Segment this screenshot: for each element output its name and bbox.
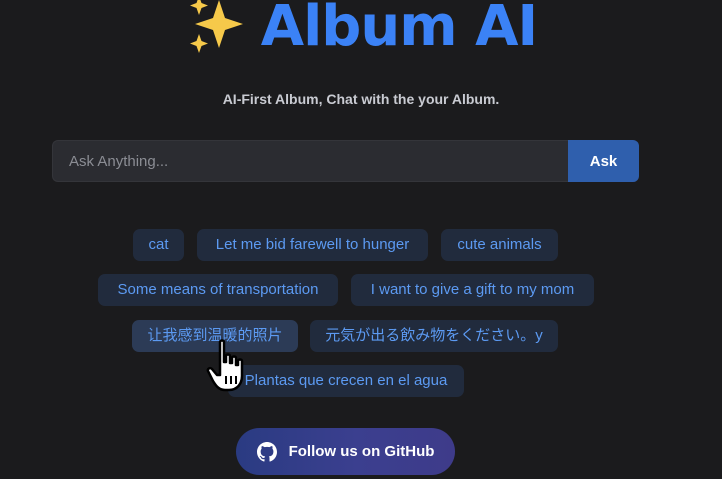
search-bar: Ask <box>52 140 639 182</box>
header: Album AI <box>0 0 722 66</box>
chip-label: Plantas que crecen en el agua <box>244 372 448 389</box>
suggestion-chip-transportation[interactable]: Some means of transportation <box>98 274 338 306</box>
suggestion-chip-gift-mom[interactable]: I want to give a gift to my mom <box>351 274 594 306</box>
chip-label: 让我感到温暖的照片 <box>147 327 283 344</box>
chip-label: cute animals <box>457 236 542 253</box>
search-input[interactable] <box>52 140 568 182</box>
title-row: Album AI <box>185 0 538 60</box>
github-icon <box>256 441 277 462</box>
sparkles-icon <box>189 0 243 53</box>
suggestion-chip-energy-drink[interactable]: 元気が出る飲み物をください。y <box>310 320 558 352</box>
chip-label: Some means of transportation <box>117 281 319 298</box>
page-title: Album AI <box>260 0 539 59</box>
chip-label: Let me bid farewell to hunger <box>215 236 410 253</box>
chip-label: 元気が出る飲み物をください。y <box>325 327 543 344</box>
chip-label: cat <box>148 236 169 253</box>
github-button[interactable]: Follow us on GitHub <box>236 428 455 475</box>
github-label: Follow us on GitHub <box>288 443 435 460</box>
suggestion-chip-cute-animals[interactable]: cute animals <box>441 229 558 261</box>
suggestion-chip-warm-photos[interactable]: 让我感到温暖的照片 <box>132 320 298 352</box>
suggestion-chip-farewell-hunger[interactable]: Let me bid farewell to hunger <box>197 229 428 261</box>
suggestion-chip-water-plants[interactable]: Plantas que crecen en el agua <box>228 365 464 397</box>
chip-label: I want to give a gift to my mom <box>370 281 575 298</box>
subtitle: AI-First Album, Chat with the your Album… <box>222 91 500 107</box>
album-ai-page: Album AI AI-First Album, Chat with the y… <box>0 0 722 479</box>
suggestion-chip-cat[interactable]: cat <box>133 229 184 261</box>
ask-button[interactable]: Ask <box>568 140 639 182</box>
